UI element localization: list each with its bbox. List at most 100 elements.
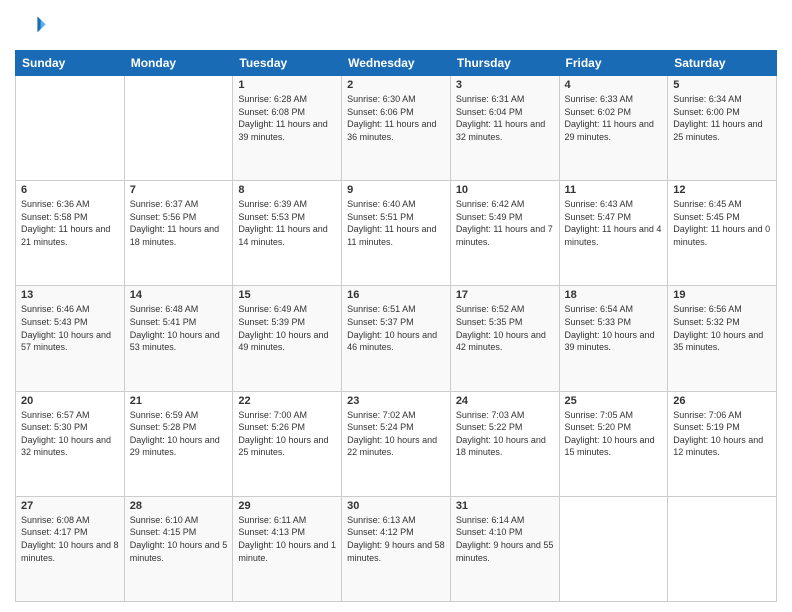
day-info: Sunrise: 6:49 AM Sunset: 5:39 PM Dayligh…	[238, 303, 336, 353]
calendar-cell: 31Sunrise: 6:14 AM Sunset: 4:10 PM Dayli…	[450, 496, 559, 601]
day-info: Sunrise: 6:56 AM Sunset: 5:32 PM Dayligh…	[673, 303, 771, 353]
day-number: 13	[21, 289, 119, 301]
logo-icon	[15, 10, 47, 42]
day-number: 19	[673, 289, 771, 301]
day-number: 28	[130, 500, 228, 512]
day-number: 1	[238, 79, 336, 91]
day-info: Sunrise: 7:06 AM Sunset: 5:19 PM Dayligh…	[673, 409, 771, 459]
day-number: 7	[130, 184, 228, 196]
calendar-cell: 11 Sunrise: 6:43 AM Sunset: 5:47 PM Dayli…	[559, 181, 668, 286]
day-number: 10	[456, 184, 554, 196]
calendar-cell	[668, 496, 777, 601]
calendar-cell: 19 Sunrise: 6:56 AM Sunset: 5:32 PM Dayli…	[668, 286, 777, 391]
day-info: Sunrise: 6:36 AM Sunset: 5:58 PM Dayligh…	[21, 198, 119, 248]
calendar-cell: 20 Sunrise: 6:57 AM Sunset: 5:30 PM Dayli…	[16, 391, 125, 496]
calendar-cell: 6Sunrise: 6:36 AM Sunset: 5:58 PM Daylig…	[16, 181, 125, 286]
day-info: Sunrise: 6:59 AM Sunset: 5:28 PM Dayligh…	[130, 409, 228, 459]
day-number: 12	[673, 184, 771, 196]
day-number: 30	[347, 500, 445, 512]
weekday-header-sunday: Sunday	[16, 51, 125, 76]
day-number: 25	[565, 395, 663, 407]
calendar-cell: 3Sunrise: 6:31 AM Sunset: 6:04 PM Daylig…	[450, 76, 559, 181]
day-number: 18	[565, 289, 663, 301]
calendar-cell: 30Sunrise: 6:13 AM Sunset: 4:12 PM Dayli…	[342, 496, 451, 601]
weekday-header-friday: Friday	[559, 51, 668, 76]
day-info: Sunrise: 7:00 AM Sunset: 5:26 PM Dayligh…	[238, 409, 336, 459]
day-info: Sunrise: 6:08 AM Sunset: 4:17 PM Dayligh…	[21, 514, 119, 564]
day-number: 17	[456, 289, 554, 301]
day-number: 27	[21, 500, 119, 512]
day-info: Sunrise: 6:43 AM Sunset: 5:47 PM Dayligh…	[565, 198, 663, 248]
calendar-page: SundayMondayTuesdayWednesdayThursdayFrid…	[0, 0, 792, 612]
calendar-cell: 18Sunrise: 6:54 AM Sunset: 5:33 PM Dayli…	[559, 286, 668, 391]
day-number: 21	[130, 395, 228, 407]
day-info: Sunrise: 6:51 AM Sunset: 5:37 PM Dayligh…	[347, 303, 445, 353]
calendar-cell: 9Sunrise: 6:40 AM Sunset: 5:51 PM Daylig…	[342, 181, 451, 286]
calendar-cell: 5Sunrise: 6:34 AM Sunset: 6:00 PM Daylig…	[668, 76, 777, 181]
day-info: Sunrise: 6:10 AM Sunset: 4:15 PM Dayligh…	[130, 514, 228, 564]
day-info: Sunrise: 6:52 AM Sunset: 5:35 PM Dayligh…	[456, 303, 554, 353]
top-section	[15, 10, 777, 42]
calendar-cell: 27 Sunrise: 6:08 AM Sunset: 4:17 PM Dayli…	[16, 496, 125, 601]
calendar-cell: 25 Sunrise: 7:05 AM Sunset: 5:20 PM Dayli…	[559, 391, 668, 496]
calendar-cell: 12 Sunrise: 6:45 AM Sunset: 5:45 PM Dayli…	[668, 181, 777, 286]
calendar-body: 1 Sunrise: 6:28 AM Sunset: 6:08 PM Daylig…	[16, 76, 777, 602]
day-info: Sunrise: 6:42 AM Sunset: 5:49 PM Dayligh…	[456, 198, 554, 248]
day-info: Sunrise: 6:46 AM Sunset: 5:43 PM Dayligh…	[21, 303, 119, 353]
day-info: Sunrise: 7:05 AM Sunset: 5:20 PM Dayligh…	[565, 409, 663, 459]
day-number: 3	[456, 79, 554, 91]
calendar-cell: 17 Sunrise: 6:52 AM Sunset: 5:35 PM Dayli…	[450, 286, 559, 391]
logo-area	[15, 10, 51, 42]
day-number: 24	[456, 395, 554, 407]
day-info: Sunrise: 7:03 AM Sunset: 5:22 PM Dayligh…	[456, 409, 554, 459]
calendar-week-2: 6Sunrise: 6:36 AM Sunset: 5:58 PM Daylig…	[16, 181, 777, 286]
calendar-cell: 26 Sunrise: 7:06 AM Sunset: 5:19 PM Dayli…	[668, 391, 777, 496]
day-number: 23	[347, 395, 445, 407]
calendar-cell: 29 Sunrise: 6:11 AM Sunset: 4:13 PM Dayli…	[233, 496, 342, 601]
calendar-cell: 1 Sunrise: 6:28 AM Sunset: 6:08 PM Daylig…	[233, 76, 342, 181]
day-info: Sunrise: 6:39 AM Sunset: 5:53 PM Dayligh…	[238, 198, 336, 248]
calendar-cell: 22Sunrise: 7:00 AM Sunset: 5:26 PM Dayli…	[233, 391, 342, 496]
day-info: Sunrise: 6:48 AM Sunset: 5:41 PM Dayligh…	[130, 303, 228, 353]
day-number: 8	[238, 184, 336, 196]
calendar-week-1: 1 Sunrise: 6:28 AM Sunset: 6:08 PM Daylig…	[16, 76, 777, 181]
day-info: Sunrise: 6:11 AM Sunset: 4:13 PM Dayligh…	[238, 514, 336, 564]
weekday-header-wednesday: Wednesday	[342, 51, 451, 76]
calendar-cell: 16Sunrise: 6:51 AM Sunset: 5:37 PM Dayli…	[342, 286, 451, 391]
day-info: Sunrise: 7:02 AM Sunset: 5:24 PM Dayligh…	[347, 409, 445, 459]
calendar-cell: 24 Sunrise: 7:03 AM Sunset: 5:22 PM Dayli…	[450, 391, 559, 496]
day-info: Sunrise: 6:28 AM Sunset: 6:08 PM Dayligh…	[238, 93, 336, 143]
weekday-header-row: SundayMondayTuesdayWednesdayThursdayFrid…	[16, 51, 777, 76]
calendar-cell: 14 Sunrise: 6:48 AM Sunset: 5:41 PM Dayli…	[124, 286, 233, 391]
calendar-cell: 7 Sunrise: 6:37 AM Sunset: 5:56 PM Daylig…	[124, 181, 233, 286]
day-number: 5	[673, 79, 771, 91]
calendar-cell: 2 Sunrise: 6:30 AM Sunset: 6:06 PM Daylig…	[342, 76, 451, 181]
day-info: Sunrise: 6:45 AM Sunset: 5:45 PM Dayligh…	[673, 198, 771, 248]
day-number: 26	[673, 395, 771, 407]
calendar-cell	[16, 76, 125, 181]
day-info: Sunrise: 6:14 AM Sunset: 4:10 PM Dayligh…	[456, 514, 554, 564]
day-number: 2	[347, 79, 445, 91]
day-number: 9	[347, 184, 445, 196]
calendar-week-5: 27 Sunrise: 6:08 AM Sunset: 4:17 PM Dayli…	[16, 496, 777, 601]
calendar-cell: 8 Sunrise: 6:39 AM Sunset: 5:53 PM Daylig…	[233, 181, 342, 286]
calendar-cell: 23 Sunrise: 7:02 AM Sunset: 5:24 PM Dayli…	[342, 391, 451, 496]
day-info: Sunrise: 6:30 AM Sunset: 6:06 PM Dayligh…	[347, 93, 445, 143]
weekday-header-thursday: Thursday	[450, 51, 559, 76]
day-number: 4	[565, 79, 663, 91]
day-number: 14	[130, 289, 228, 301]
day-info: Sunrise: 6:57 AM Sunset: 5:30 PM Dayligh…	[21, 409, 119, 459]
calendar-cell	[124, 76, 233, 181]
calendar-cell: 28 Sunrise: 6:10 AM Sunset: 4:15 PM Dayli…	[124, 496, 233, 601]
day-number: 29	[238, 500, 336, 512]
day-info: Sunrise: 6:33 AM Sunset: 6:02 PM Dayligh…	[565, 93, 663, 143]
day-number: 15	[238, 289, 336, 301]
calendar-cell: 21 Sunrise: 6:59 AM Sunset: 5:28 PM Dayli…	[124, 391, 233, 496]
day-number: 11	[565, 184, 663, 196]
calendar-cell: 10 Sunrise: 6:42 AM Sunset: 5:49 PM Dayli…	[450, 181, 559, 286]
calendar-cell: 15 Sunrise: 6:49 AM Sunset: 5:39 PM Dayli…	[233, 286, 342, 391]
calendar-cell: 4 Sunrise: 6:33 AM Sunset: 6:02 PM Daylig…	[559, 76, 668, 181]
day-number: 20	[21, 395, 119, 407]
day-info: Sunrise: 6:37 AM Sunset: 5:56 PM Dayligh…	[130, 198, 228, 248]
weekday-header-monday: Monday	[124, 51, 233, 76]
